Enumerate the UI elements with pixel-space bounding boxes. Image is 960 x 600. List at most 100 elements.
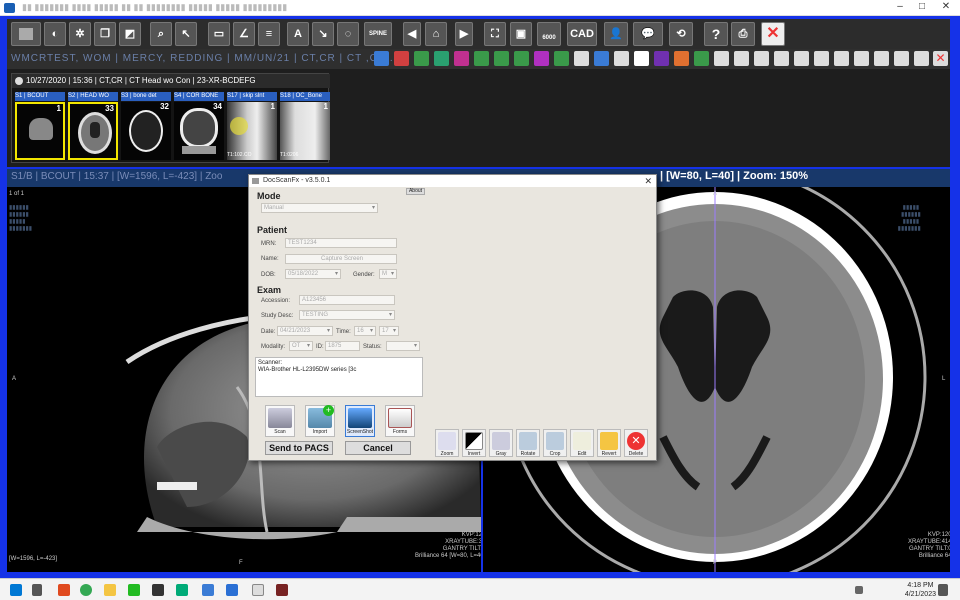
image-info-icon[interactable]: ▣ xyxy=(510,22,532,46)
pin-icon[interactable] xyxy=(15,77,23,85)
chat-icon[interactable] xyxy=(894,51,909,66)
undo-icon[interactable] xyxy=(714,51,729,66)
chrome-icon[interactable] xyxy=(80,584,92,596)
help-icon[interactable]: ? xyxy=(704,22,728,46)
tool-icon-9[interactable] xyxy=(534,51,549,66)
taskbar-clock[interactable]: 4:18 PM 4/21/2023 xyxy=(905,581,936,599)
user-small-icon[interactable] xyxy=(754,51,769,66)
gray-tool-button[interactable]: Gray xyxy=(489,429,513,457)
delete-tool-button[interactable]: ✕ Delete xyxy=(624,429,648,457)
previous-icon[interactable]: ◀ xyxy=(403,22,421,46)
brightness-icon[interactable]: ✲ xyxy=(69,22,91,46)
close-window-button[interactable]: ✕ xyxy=(936,1,956,12)
capture-screen-button[interactable]: Capture Screen xyxy=(285,254,397,264)
docscanfx-taskbar-icon[interactable] xyxy=(252,584,264,596)
thumbnail-1[interactable]: S1 | BCOUT 1 xyxy=(15,92,65,162)
id-field[interactable]: 1875 xyxy=(325,341,360,351)
screenshot-button[interactable]: ScreenShot xyxy=(345,405,375,437)
print-small-icon[interactable] xyxy=(574,51,589,66)
thumbnail-4[interactable]: S4 | COR BONE 34 xyxy=(174,92,224,162)
import-button[interactable]: + Import xyxy=(305,405,335,437)
patient-icon[interactable]: 👤 xyxy=(604,22,628,46)
tool-icon-11[interactable] xyxy=(654,51,669,66)
tool-icon-16[interactable] xyxy=(794,51,809,66)
zoom-tool-button[interactable]: Zoom xyxy=(435,429,459,457)
contrast-icon[interactable]: ◐ xyxy=(44,22,66,46)
mode-select[interactable]: Manual xyxy=(261,203,378,213)
thumbnail-3[interactable]: S3 | bone det 32 xyxy=(121,92,171,162)
thumbnail-2[interactable]: S2 | HEAD WO 33 xyxy=(68,92,118,162)
date-field[interactable]: 04/21/2023 xyxy=(277,326,333,336)
fit-screen-icon[interactable]: ⛶ xyxy=(484,22,506,46)
search-small-icon[interactable] xyxy=(614,51,629,66)
zoom-icon[interactable]: ⌕ xyxy=(150,22,172,46)
tool-icon-18[interactable] xyxy=(834,51,849,66)
dialog-close-button[interactable]: ✕ xyxy=(644,175,652,187)
tool-icon-6[interactable] xyxy=(474,51,489,66)
tool-icon-17[interactable] xyxy=(814,51,829,66)
ruler-icon[interactable]: ▭ xyxy=(208,22,230,46)
tool-icon-15[interactable] xyxy=(774,51,789,66)
history-icon[interactable]: ⟲ xyxy=(669,22,693,46)
print-icon[interactable]: ⎙ xyxy=(731,22,755,46)
cad-button[interactable]: CAD xyxy=(567,22,597,46)
dob-field[interactable]: 05/18/2022 xyxy=(285,269,341,279)
spine-ruler-icon[interactable]: ≡ xyxy=(258,22,280,46)
hanger-icon[interactable]: ⌂ xyxy=(425,22,447,46)
about-button[interactable]: About xyxy=(406,188,425,195)
tool-icon-13[interactable] xyxy=(694,51,709,66)
list-icon[interactable] xyxy=(914,51,929,66)
arrow-annotation-icon[interactable]: ↘ xyxy=(312,22,334,46)
scan-button[interactable]: Scan xyxy=(265,405,295,437)
minimize-button[interactable]: – xyxy=(890,1,910,12)
forms-button[interactable]: Forms xyxy=(385,405,415,437)
task-view-icon[interactable] xyxy=(32,584,42,596)
comment-icon[interactable]: 💬 xyxy=(633,22,663,46)
file-explorer-icon[interactable] xyxy=(104,584,116,596)
app-icon-blue[interactable] xyxy=(202,584,214,596)
start-icon[interactable] xyxy=(10,584,22,596)
crop-tool-button[interactable]: Crop xyxy=(543,429,567,457)
r-label-icon[interactable] xyxy=(634,51,649,66)
export-icon[interactable] xyxy=(594,51,609,66)
accession-field[interactable]: A123456 xyxy=(299,295,395,305)
app-icon-dark[interactable] xyxy=(152,584,164,596)
invert-tool-button[interactable]: Invert xyxy=(462,429,486,457)
app-icon-red[interactable] xyxy=(276,584,288,596)
brave-icon[interactable] xyxy=(58,584,70,596)
window-level-icon[interactable]: ◩ xyxy=(119,22,141,46)
thumbnail-6[interactable]: S18 | OC_Bone T1:0206 1 xyxy=(280,92,330,162)
tool-icon-12[interactable] xyxy=(674,51,689,66)
tool-icon-5[interactable] xyxy=(454,51,469,66)
rotate-tool-button[interactable]: Rotate xyxy=(516,429,540,457)
tool-icon-1[interactable] xyxy=(374,51,389,66)
tool-icon-10[interactable] xyxy=(554,51,569,66)
edit-tool-button[interactable]: Edit xyxy=(570,429,594,457)
tool-icon-20[interactable] xyxy=(874,51,889,66)
app-icon-grid[interactable] xyxy=(226,584,238,596)
cancel-button[interactable]: Cancel xyxy=(345,441,411,455)
luminance-button[interactable]: 6000 xyxy=(537,22,561,46)
layout-button[interactable] xyxy=(11,22,41,46)
time-minute-select[interactable]: 17 xyxy=(379,326,399,336)
time-hour-select[interactable]: 16 xyxy=(354,326,376,336)
tool-icon-2[interactable] xyxy=(394,51,409,66)
pointer-icon[interactable]: ↖ xyxy=(175,22,197,46)
app-icon-teal[interactable] xyxy=(176,584,188,596)
mrn-field[interactable]: TEST1234 xyxy=(285,238,397,248)
next-icon[interactable]: ▶ xyxy=(455,22,473,46)
tool-icon-19[interactable] xyxy=(854,51,869,66)
copy-icon[interactable]: ❐ xyxy=(94,22,116,46)
angle-icon[interactable]: ∠ xyxy=(233,22,255,46)
close-study-icon[interactable]: ✕ xyxy=(761,22,785,46)
gender-select[interactable]: M xyxy=(379,269,397,279)
status-select[interactable] xyxy=(386,341,420,351)
maximize-button[interactable]: □ xyxy=(912,1,932,12)
tool-icon-8[interactable] xyxy=(514,51,529,66)
close-small-icon[interactable]: ✕ xyxy=(933,51,948,66)
tool-icon-7[interactable] xyxy=(494,51,509,66)
notification-icon[interactable] xyxy=(938,584,948,596)
revert-tool-button[interactable]: Revert xyxy=(597,429,621,457)
spine-label-button[interactable]: SPINE xyxy=(364,22,392,46)
tray-icons[interactable] xyxy=(855,586,863,594)
